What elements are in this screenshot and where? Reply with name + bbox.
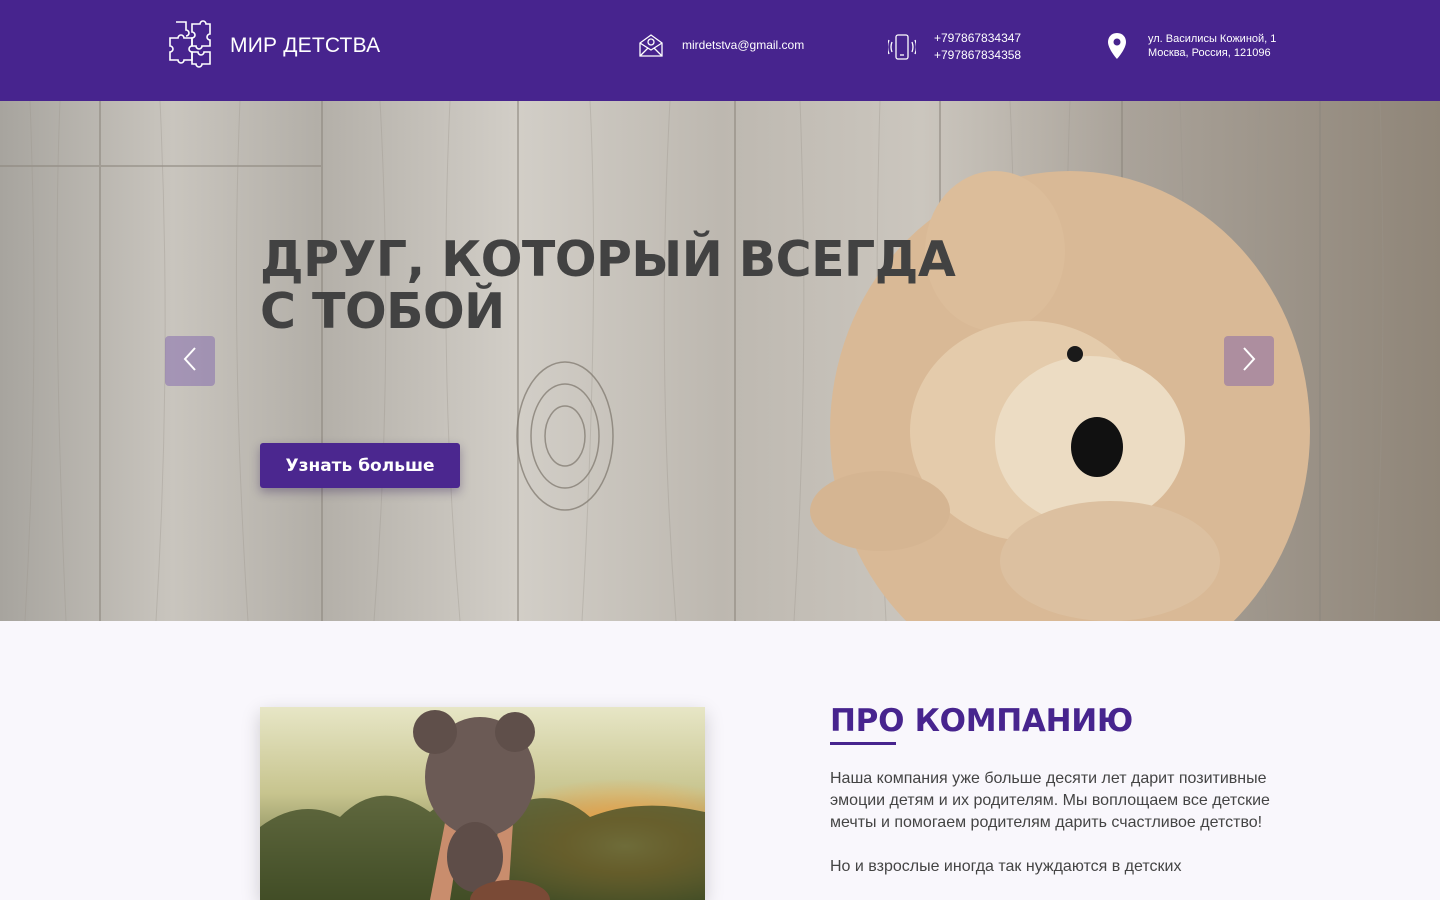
- phone-icon: [888, 32, 916, 62]
- slider-prev-button[interactable]: [165, 336, 215, 386]
- address-line-2: Москва, Россия, 121096: [1148, 47, 1271, 59]
- envelope-icon: [638, 32, 664, 58]
- logo-text: МИР ДЕТСТВА: [230, 34, 381, 57]
- hero-title: ДРУГ, КОТОРЫЙ ВСЕГДА С ТОБОЙ: [260, 231, 956, 340]
- site-header: МИР ДЕТСТВА mirdetstva@gmail.com +797867…: [0, 0, 1440, 101]
- title-underline: [830, 742, 896, 745]
- address-line-1: ул. Василисы Кожиной, 1: [1148, 33, 1277, 45]
- puzzle-logo-icon: [164, 18, 216, 75]
- email-link[interactable]: mirdetstva@gmail.com: [682, 38, 804, 52]
- about-text: Наша компания уже больше десяти лет дари…: [830, 768, 1280, 900]
- about-title: ПРО КОМПАНИЮ: [830, 703, 1133, 739]
- chevron-right-icon: [1240, 346, 1258, 377]
- logo[interactable]: МИР ДЕТСТВА: [164, 18, 381, 75]
- phone-link-2[interactable]: +797867834358: [934, 48, 1021, 62]
- slider-next-button[interactable]: [1224, 336, 1274, 386]
- contact-email[interactable]: mirdetstva@gmail.com: [638, 32, 804, 58]
- about-paragraph-1: Наша компания уже больше десяти лет дари…: [830, 770, 1270, 831]
- phone-link-1[interactable]: +797867834347: [934, 31, 1021, 45]
- about-photo: [260, 707, 705, 900]
- location-pin-icon: [1106, 32, 1128, 60]
- chevron-left-icon: [181, 346, 199, 377]
- hero-slider: ДРУГ, КОТОРЫЙ ВСЕГДА С ТОБОЙ Узнать боль…: [0, 101, 1440, 621]
- learn-more-button[interactable]: Узнать больше: [260, 443, 460, 488]
- contact-address: ул. Василисы Кожиной, 1 Москва, Россия, …: [1106, 32, 1276, 60]
- contact-phone: +797867834347 +797867834358: [888, 30, 1021, 64]
- about-paragraph-2: Но и взрослые иногда так нуждаются в дет…: [830, 858, 1182, 875]
